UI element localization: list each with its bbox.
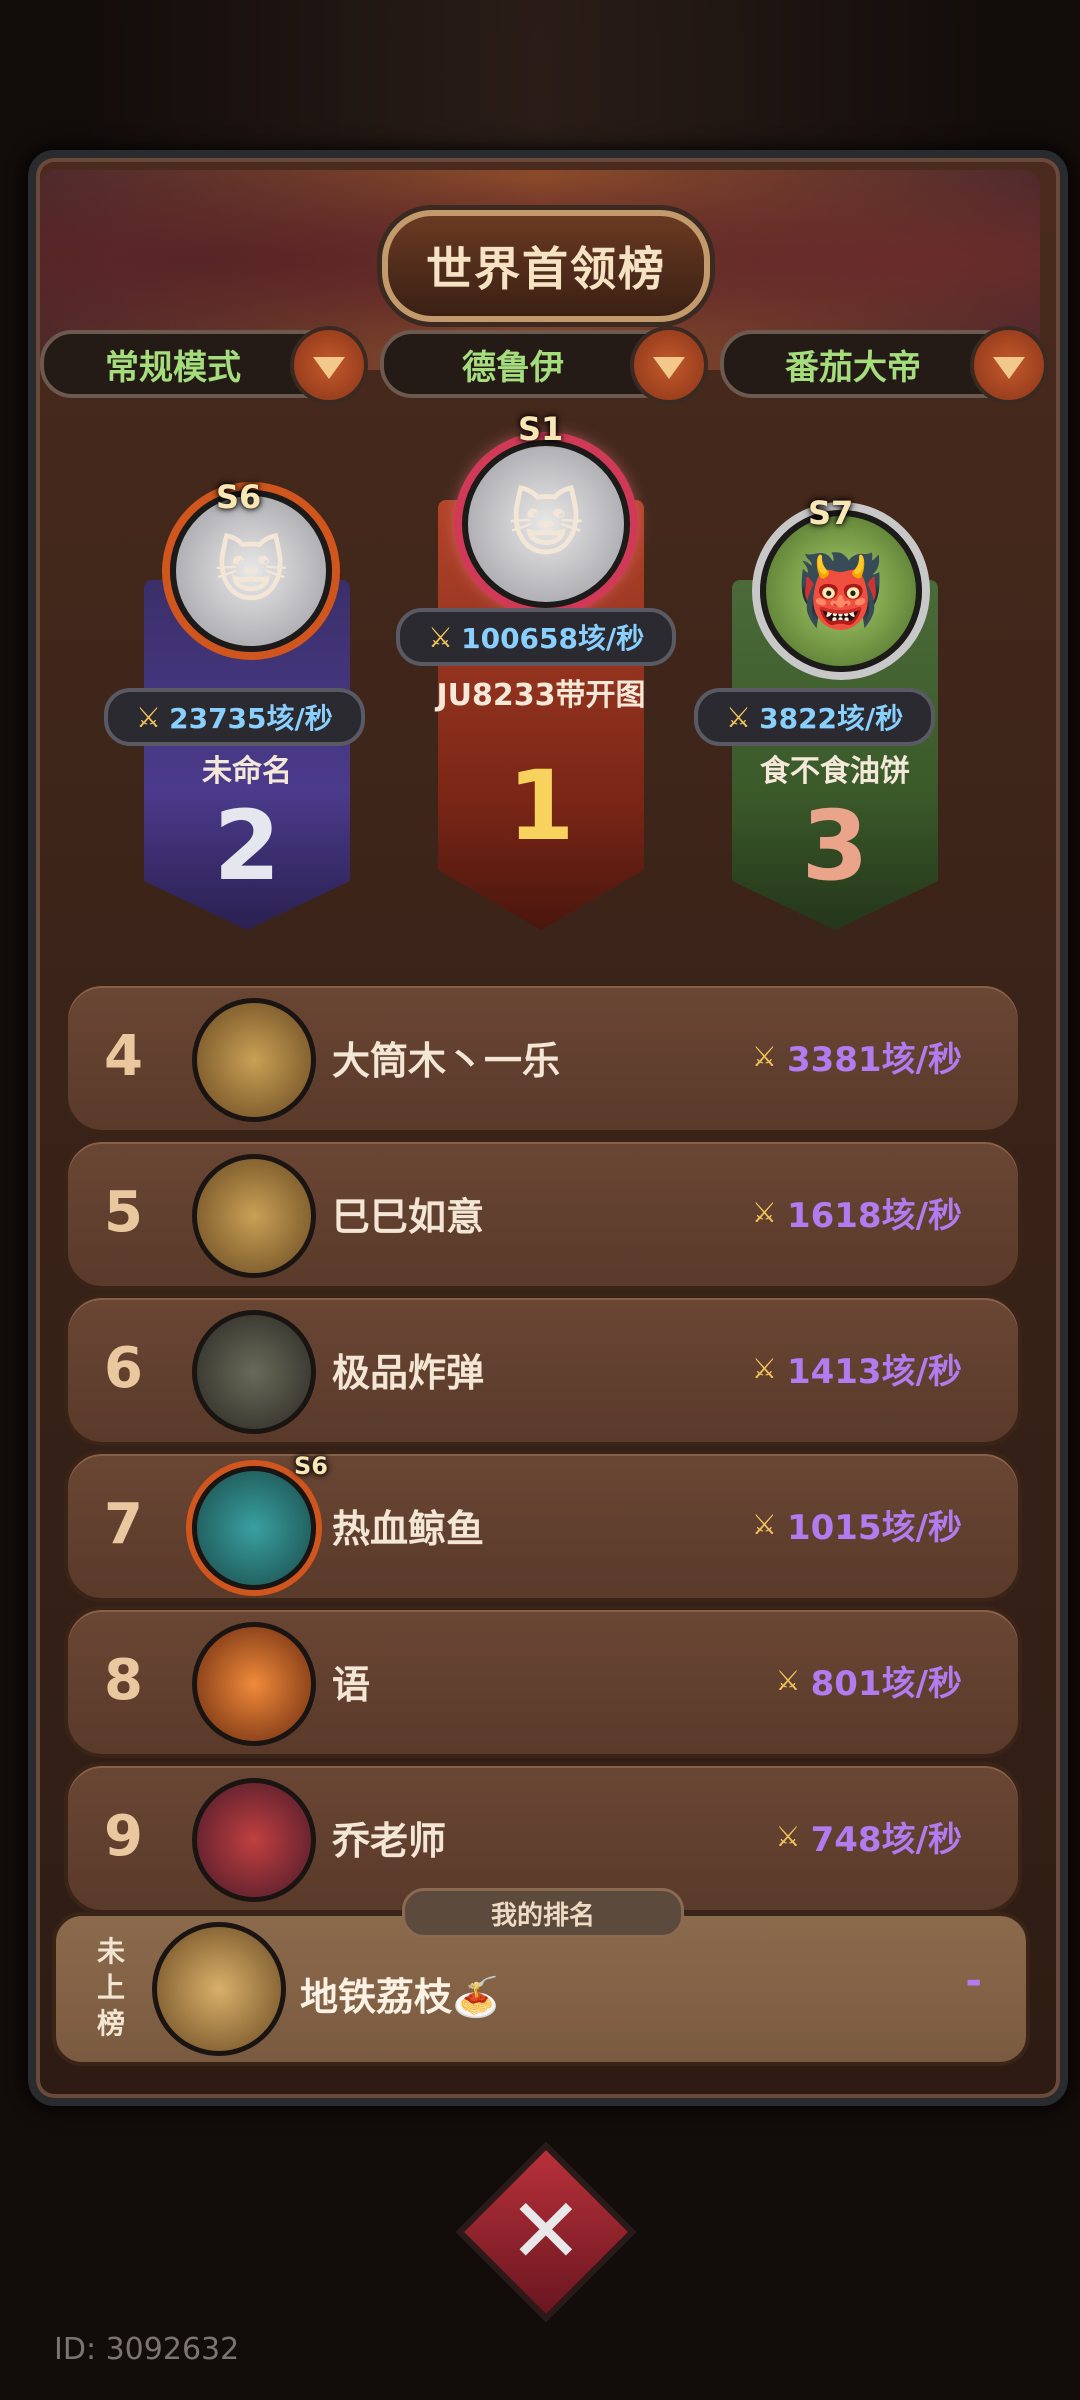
- season-badge-second: S6: [216, 478, 262, 516]
- chevron-down-icon[interactable]: [970, 326, 1048, 404]
- crossed-swords-icon: ⚔: [751, 1508, 777, 1541]
- crossed-swords-icon: ⚔: [751, 1196, 777, 1229]
- unranked-status: 未上榜: [96, 1935, 125, 2040]
- row-player-name: 乔老师: [332, 1819, 447, 1863]
- row-score: ⚔ 1015垓/秒: [751, 1508, 962, 1548]
- my-rank-tab: 我的排名: [402, 1888, 684, 1938]
- boss-filter-dropdown[interactable]: 番茄大帝: [720, 326, 1048, 404]
- mode-filter-dropdown[interactable]: 常规模式: [40, 326, 368, 404]
- row-player-name: 巳巳如意: [332, 1195, 485, 1239]
- row-player-name: 大筒木丶一乐: [332, 1039, 561, 1083]
- crossed-swords-icon: ⚔: [775, 1820, 801, 1853]
- page-title: 世界首领榜: [426, 242, 666, 296]
- leaderboard-row[interactable]: 8 语 ⚔ 801垓/秒: [64, 1606, 1022, 1758]
- row-score: ⚔ 801垓/秒: [775, 1664, 963, 1704]
- chevron-down-icon[interactable]: [630, 326, 708, 404]
- row-score: ⚔ 748垓/秒: [775, 1820, 963, 1860]
- season-badge: S6: [294, 1452, 328, 1480]
- boss-filter-label: 番茄大帝: [785, 347, 921, 388]
- close-icon: ✕: [508, 2178, 584, 2284]
- score-pill-second: ⚔ 23735垓/秒: [104, 688, 365, 746]
- name-third: 食不食油饼: [760, 754, 910, 789]
- my-player-name: 地铁荔枝🍝: [300, 1975, 500, 2019]
- player-avatar[interactable]: [192, 1154, 316, 1278]
- row-rank: 4: [104, 1024, 143, 1089]
- season-badge-third: S7: [808, 494, 854, 532]
- my-rank-value: -: [965, 1958, 982, 2004]
- row-score: ⚔ 3381垓/秒: [751, 1040, 962, 1080]
- leaderboard-row[interactable]: 4 大筒木丶一乐 ⚔ 3381垓/秒: [64, 982, 1022, 1134]
- row-player-name: 极品炸弹: [332, 1351, 485, 1395]
- my-avatar[interactable]: [152, 1922, 286, 2056]
- cat-avatar-icon: 😺: [508, 482, 584, 566]
- chevron-down-icon[interactable]: [290, 326, 368, 404]
- title-plate: 世界首领榜: [382, 210, 710, 322]
- score-pill-third: ⚔ 3822垓/秒: [694, 688, 936, 746]
- class-filter-dropdown[interactable]: 德鲁伊: [380, 326, 708, 404]
- rank-number-first: 1: [507, 750, 575, 862]
- name-second: 未命名: [202, 754, 292, 789]
- player-avatar[interactable]: [192, 1778, 316, 1902]
- row-player-name: 热血鲸鱼: [332, 1507, 485, 1551]
- crossed-swords-icon: ⚔: [136, 700, 162, 734]
- rank-number-third: 3: [801, 790, 869, 902]
- leaderboard-row[interactable]: 7 S6 热血鲸鱼 ⚔ 1015垓/秒: [64, 1450, 1022, 1602]
- score-first: 100658垓/秒: [461, 622, 645, 655]
- goblin-avatar-icon: 👹: [797, 549, 885, 632]
- crossed-swords-icon: ⚔: [428, 620, 454, 654]
- avatar-third[interactable]: 👹: [760, 510, 922, 672]
- crossed-swords-icon: ⚔: [775, 1664, 801, 1697]
- player-id: ID: 3092632: [54, 2332, 240, 2367]
- row-score: ⚔ 1413垓/秒: [751, 1352, 962, 1392]
- crossed-swords-icon: ⚔: [726, 700, 752, 734]
- crossed-swords-icon: ⚔: [751, 1040, 777, 1073]
- row-score: ⚔ 1618垓/秒: [751, 1196, 962, 1236]
- season-badge-first: S1: [518, 410, 564, 448]
- class-filter-label: 德鲁伊: [462, 347, 564, 388]
- row-rank: 5: [104, 1180, 143, 1245]
- leaderboard-row[interactable]: 5 巳巳如意 ⚔ 1618垓/秒: [64, 1138, 1022, 1290]
- name-first: JU8233带开图: [436, 678, 646, 713]
- player-avatar[interactable]: [192, 1622, 316, 1746]
- row-rank: 8: [104, 1648, 143, 1713]
- rank-number-second: 2: [213, 790, 281, 902]
- score-third: 3822垓/秒: [759, 702, 904, 735]
- leaderboard-row[interactable]: 6 极品炸弹 ⚔ 1413垓/秒: [64, 1294, 1022, 1446]
- row-rank: 9: [104, 1804, 143, 1869]
- crossed-swords-icon: ⚔: [751, 1352, 777, 1385]
- row-player-name: 语: [332, 1663, 371, 1707]
- score-pill-first: ⚔ 100658垓/秒: [396, 608, 677, 666]
- player-avatar[interactable]: [192, 1466, 316, 1590]
- mode-filter-label: 常规模式: [105, 347, 241, 388]
- avatar-first[interactable]: 😺: [462, 440, 630, 608]
- player-avatar[interactable]: [192, 998, 316, 1122]
- cat-avatar-icon: 😺: [214, 530, 288, 612]
- score-second: 23735垓/秒: [169, 702, 333, 735]
- row-rank: 6: [104, 1336, 143, 1401]
- player-avatar[interactable]: [192, 1310, 316, 1434]
- row-rank: 7: [104, 1492, 143, 1557]
